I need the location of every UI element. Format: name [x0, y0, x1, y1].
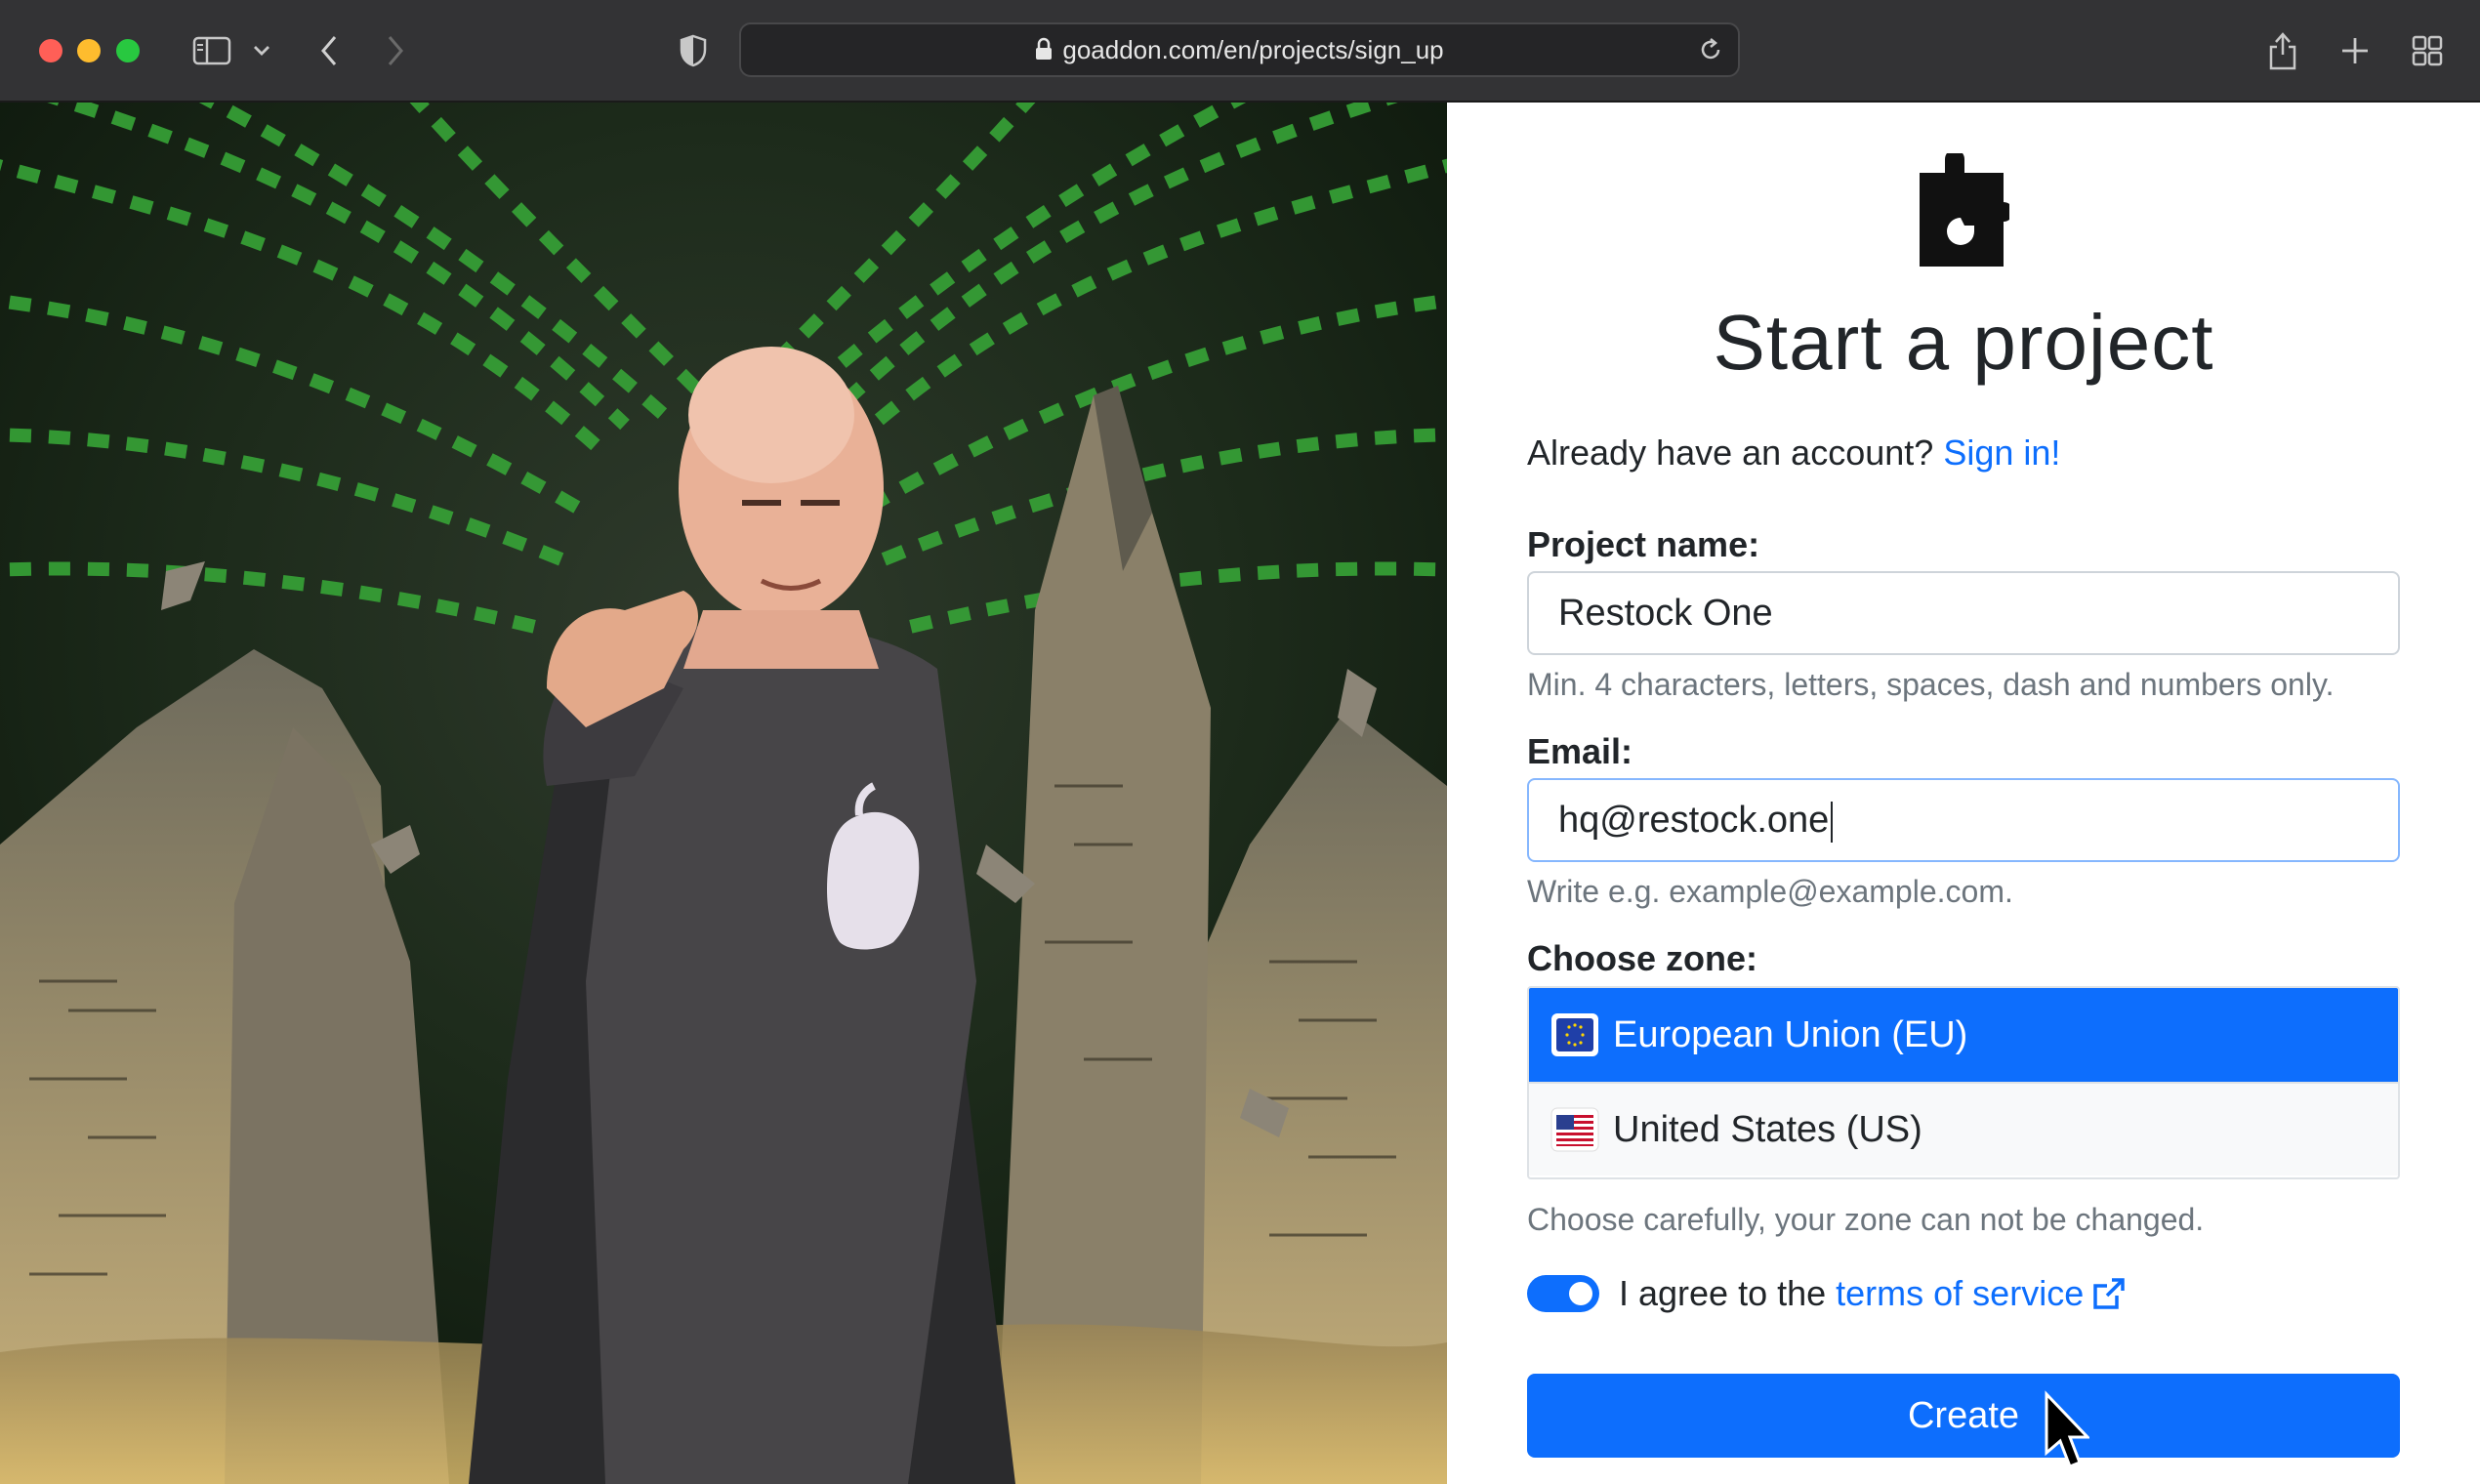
account-prompt-text: Already have an account?	[1527, 433, 1934, 473]
email-field[interactable]: hq@restock.one	[1527, 778, 2400, 862]
back-icon[interactable]	[314, 29, 344, 72]
external-link-icon	[2091, 1276, 2127, 1311]
terms-link-label: terms of service	[1836, 1273, 2085, 1313]
zone-option-us[interactable]: United States (US)	[1529, 1082, 2398, 1175]
signup-panel: Start a project Already have an account?…	[1447, 103, 2480, 1484]
zone-option-label: United States (US)	[1613, 1108, 1922, 1150]
zoom-window-button[interactable]	[116, 39, 140, 62]
forward-icon[interactable]	[381, 29, 410, 72]
project-name-field[interactable]: Restock One	[1527, 571, 2400, 655]
project-name-label: Project name:	[1527, 524, 1760, 564]
puzzle-piece-icon	[1916, 149, 2013, 275]
lock-icon	[1035, 26, 1053, 77]
project-name-value: Restock One	[1558, 593, 1773, 634]
terms-text: I agree to the	[1619, 1273, 1827, 1313]
zone-hint: Choose carefully, your zone can not be c…	[1527, 1202, 2205, 1237]
create-button[interactable]: Create	[1527, 1374, 2400, 1458]
chevron-down-icon[interactable]	[250, 29, 273, 72]
zone-list: European Union (EU) United States (US)	[1527, 986, 2400, 1179]
privacy-shield-icon[interactable]	[676, 29, 711, 72]
mouse-pointer-icon	[2043, 1390, 2091, 1479]
hero-illustration	[0, 103, 1447, 1484]
share-icon[interactable]	[2263, 29, 2302, 72]
address-bar[interactable]: goaddon.com/en/projects/sign_up	[739, 22, 1740, 77]
zone-option-eu[interactable]: European Union (EU)	[1529, 988, 2398, 1082]
account-prompt: Already have an account? Sign in!	[1527, 433, 2060, 474]
email-label: Email:	[1527, 731, 1633, 771]
eu-flag-icon	[1550, 1012, 1599, 1057]
close-window-button[interactable]	[39, 39, 62, 62]
browser-toolbar: goaddon.com/en/projects/sign_up	[0, 0, 2480, 103]
sign-in-link[interactable]: Sign in!	[1943, 433, 2060, 473]
zone-label: Choose zone:	[1527, 938, 1758, 978]
project-name-hint: Min. 4 characters, letters, spaces, dash…	[1527, 667, 2335, 702]
email-value: hq@restock.one	[1558, 800, 1830, 841]
email-hint: Write e.g. example@example.com.	[1527, 874, 2013, 909]
zone-option-label: European Union (EU)	[1613, 1013, 1968, 1055]
reload-icon[interactable]	[1697, 36, 1724, 68]
text-caret	[1831, 801, 1834, 843]
us-flag-icon	[1550, 1107, 1599, 1152]
sidebar-icon[interactable]	[187, 29, 236, 72]
tab-overview-icon[interactable]	[2408, 29, 2447, 72]
url-text: goaddon.com/en/projects/sign_up	[1062, 35, 1444, 64]
new-tab-icon[interactable]	[2335, 29, 2375, 72]
terms-toggle[interactable]	[1527, 1275, 1599, 1312]
terms-of-service-link[interactable]: terms of service	[1836, 1273, 2084, 1314]
page-title: Start a project	[1713, 299, 2214, 386]
terms-row: I agree to the terms of service	[1527, 1264, 2127, 1323]
minimize-window-button[interactable]	[77, 39, 101, 62]
